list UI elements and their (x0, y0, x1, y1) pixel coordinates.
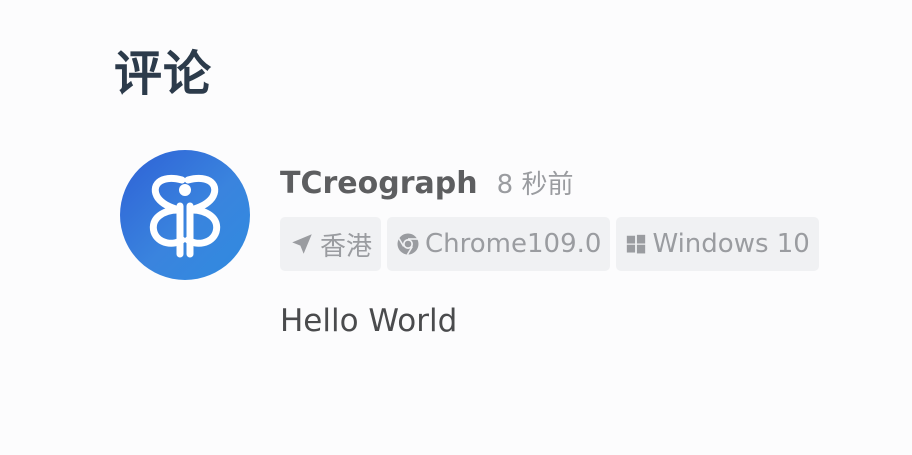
browser-label: Chrome109.0 (425, 229, 602, 259)
comments-page: 评论 TCreograph 8 秒前 香港 Chrome109.0 Window… (0, 0, 912, 455)
comment-time: 8 秒前 (496, 170, 574, 200)
chrome-icon (396, 232, 420, 256)
comment-author[interactable]: TCreograph (280, 166, 478, 201)
avatar-logo-icon (149, 175, 221, 258)
comment-meta: TCreograph 8 秒前 (280, 164, 573, 201)
location-label: 香港 (320, 231, 373, 262)
avatar[interactable] (120, 150, 250, 280)
browser-badge: Chrome109.0 (387, 217, 611, 271)
location-arrow-icon (289, 231, 315, 257)
os-badge: Windows 10 (616, 217, 819, 271)
location-badge: 香港 (280, 217, 382, 271)
windows-icon (625, 233, 647, 255)
comment-content: Hello World (280, 303, 458, 339)
comments-heading: 评论 (114, 46, 213, 102)
comment-tags: 香港 Chrome109.0 Windows 10 (280, 217, 819, 271)
os-label: Windows 10 (652, 229, 810, 259)
